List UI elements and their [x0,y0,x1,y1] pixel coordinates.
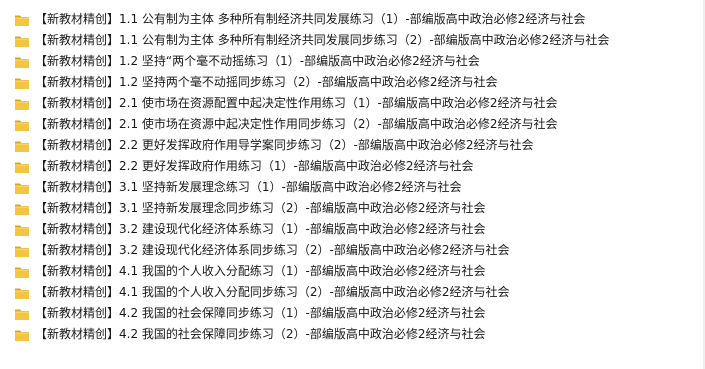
list-item[interactable]: 【新教材精创】4.1 我国的个人收入分配同步练习（2）-部编版高中政治必修2经济… [0,282,705,303]
folder-icon [14,160,30,174]
file-name: 【新教材精创】4.1 我国的个人收入分配同步练习（2）-部编版高中政治必修2经济… [35,285,510,299]
file-name: 【新教材精创】4.2 我国的社会保障同步练习（2）-部编版高中政治必修2经济与社… [35,327,486,341]
folder-icon [14,13,30,27]
folder-icon [14,76,30,90]
list-item[interactable]: 【新教材精创】1.2 坚持“两个毫不动摇练习（1）-部编版高中政治必修2经济与社… [0,51,705,72]
list-item[interactable]: 【新教材精创】2.1 使市场在资源中起决定性作用同步练习（2）-部编版高中政治必… [0,114,705,135]
file-list: 【新教材精创】1.1 公有制为主体 多种所有制经济共同发展练习（1）-部编版高中… [0,9,705,345]
file-name: 【新教材精创】4.2 我国的社会保障同步练习（1）-部编版高中政治必修2经济与社… [35,306,486,320]
file-name: 【新教材精创】3.1 坚持新发展理念练习（1）-部编版高中政治必修2经济与社会 [35,180,462,194]
file-name: 【新教材精创】2.1 使市场在资源配置中起决定性作用练习（1）-部编版高中政治必… [35,96,558,110]
list-item[interactable]: 【新教材精创】1.1 公有制为主体 多种所有制经济共同发展练习（1）-部编版高中… [0,9,705,30]
folder-icon [14,55,30,69]
list-item[interactable]: 【新教材精创】1.1 公有制为主体 多种所有制经济共同发展同步练习（2）-部编版… [0,30,705,51]
folder-icon [14,118,30,132]
folder-icon [14,223,30,237]
list-item[interactable]: 【新教材精创】1.2 坚持两个毫不动摇同步练习（2）-部编版高中政治必修2经济与… [0,72,705,93]
folder-icon [14,34,30,48]
list-item[interactable]: 【新教材精创】4.2 我国的社会保障同步练习（2）-部编版高中政治必修2经济与社… [0,324,705,345]
file-name: 【新教材精创】2.2 更好发挥政府作用导学案同步练习（2）-部编版高中政治必修2… [35,138,534,152]
file-name: 【新教材精创】3.1 坚持新发展理念同步练习（2）-部编版高中政治必修2经济与社… [35,201,486,215]
list-item[interactable]: 【新教材精创】2.1 使市场在资源配置中起决定性作用练习（1）-部编版高中政治必… [0,93,705,114]
folder-icon [14,328,30,342]
folder-icon [14,139,30,153]
list-item[interactable]: 【新教材精创】3.1 坚持新发展理念练习（1）-部编版高中政治必修2经济与社会 [0,177,705,198]
list-item[interactable]: 【新教材精创】3.2 建设现代化经济体系同步练习（2）-部编版高中政治必修2经济… [0,240,705,261]
folder-icon [14,181,30,195]
list-item[interactable]: 【新教材精创】3.1 坚持新发展理念同步练习（2）-部编版高中政治必修2经济与社… [0,198,705,219]
folder-icon [14,97,30,111]
folder-icon [14,202,30,216]
list-item[interactable]: 【新教材精创】2.2 更好发挥政府作用导学案同步练习（2）-部编版高中政治必修2… [0,135,705,156]
file-name: 【新教材精创】1.2 坚持“两个毫不动摇练习（1）-部编版高中政治必修2经济与社… [35,54,480,68]
file-name: 【新教材精创】4.1 我国的个人收入分配练习（1）-部编版高中政治必修2经济与社… [35,264,486,278]
list-item[interactable]: 【新教材精创】2.2 更好发挥政府作用练习（1）-部编版高中政治必修2经济与社会 [0,156,705,177]
file-name: 【新教材精创】3.2 建设现代化经济体系练习（1）-部编版高中政治必修2经济与社… [35,222,486,236]
folder-icon [14,244,30,258]
file-name: 【新教材精创】3.2 建设现代化经济体系同步练习（2）-部编版高中政治必修2经济… [35,243,510,257]
file-name: 【新教材精创】1.1 公有制为主体 多种所有制经济共同发展练习（1）-部编版高中… [35,12,586,26]
file-name: 【新教材精创】2.2 更好发挥政府作用练习（1）-部编版高中政治必修2经济与社会 [35,159,474,173]
file-name: 【新教材精创】1.1 公有制为主体 多种所有制经济共同发展同步练习（2）-部编版… [35,33,610,47]
folder-icon [14,307,30,321]
list-item[interactable]: 【新教材精创】3.2 建设现代化经济体系练习（1）-部编版高中政治必修2经济与社… [0,219,705,240]
file-name: 【新教材精创】1.2 坚持两个毫不动摇同步练习（2）-部编版高中政治必修2经济与… [35,75,498,89]
folder-icon [14,265,30,279]
list-item[interactable]: 【新教材精创】4.2 我国的社会保障同步练习（1）-部编版高中政治必修2经济与社… [0,303,705,324]
list-item[interactable]: 【新教材精创】4.1 我国的个人收入分配练习（1）-部编版高中政治必修2经济与社… [0,261,705,282]
file-name: 【新教材精创】2.1 使市场在资源中起决定性作用同步练习（2）-部编版高中政治必… [35,117,558,131]
folder-icon [14,286,30,300]
